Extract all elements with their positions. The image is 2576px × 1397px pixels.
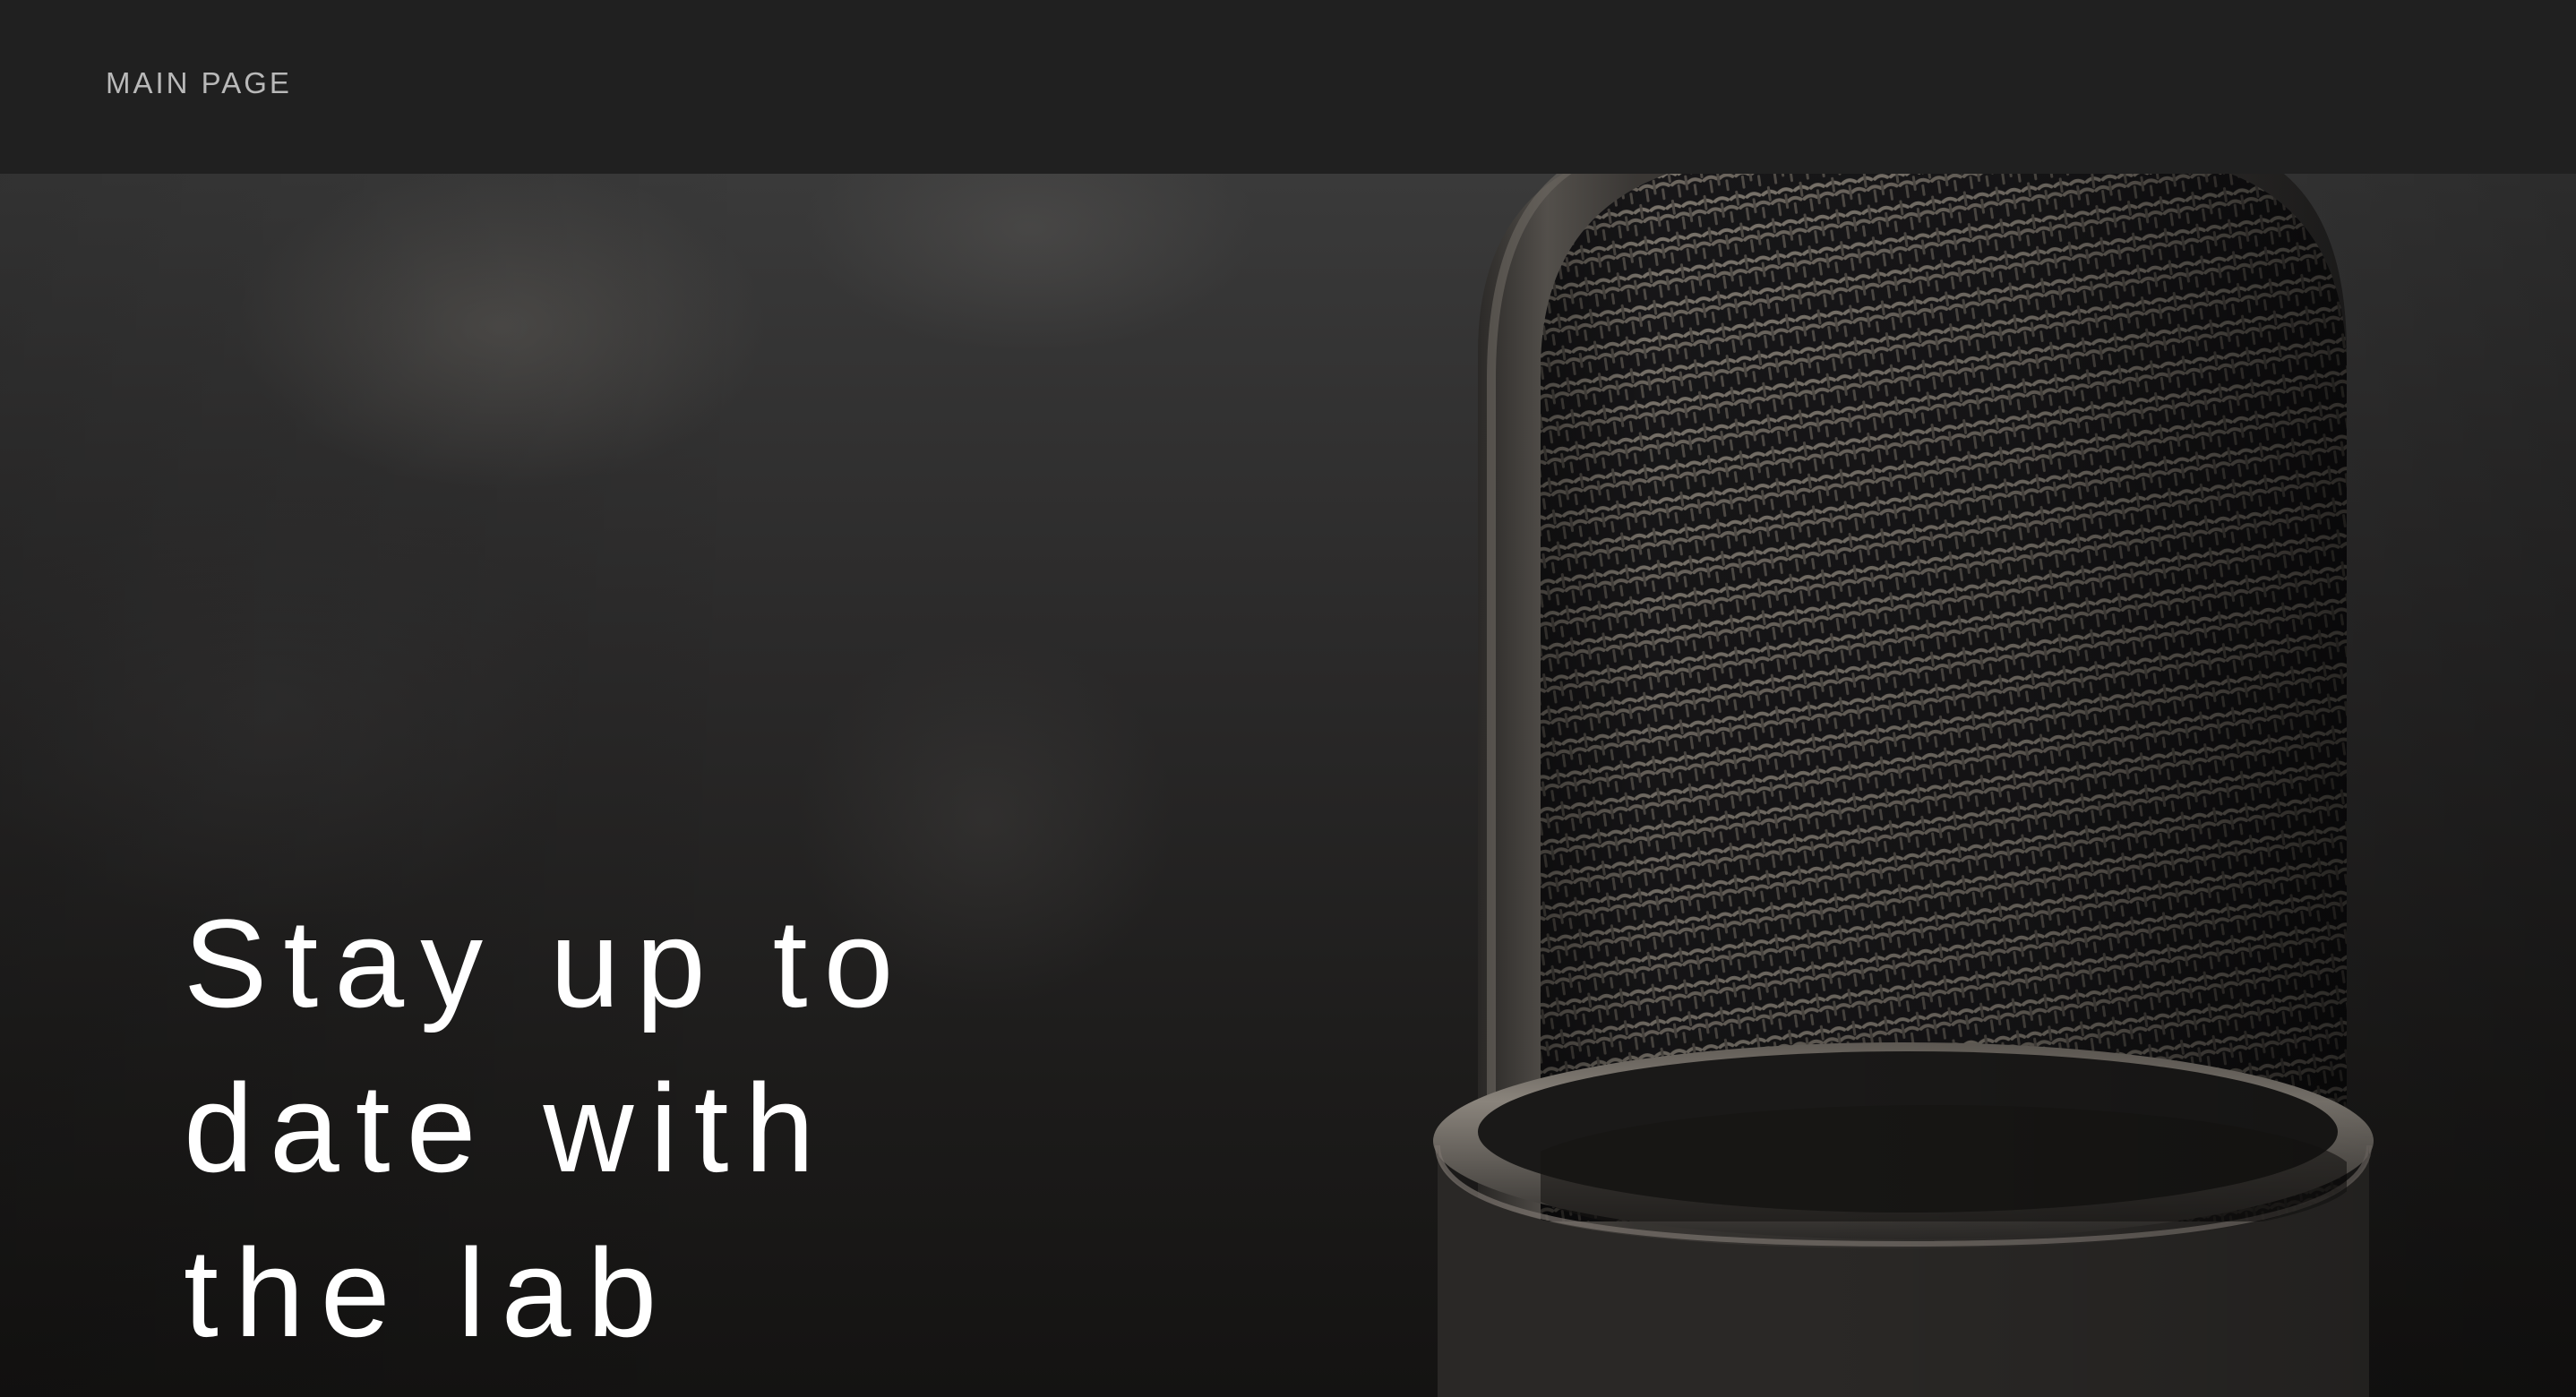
headline-line-2: date with	[184, 1058, 831, 1198]
page: MAIN PAGE Stay up to date with the lab	[0, 0, 2576, 1397]
headline-line-1: Stay up to	[184, 893, 910, 1033]
main-page-link[interactable]: MAIN PAGE	[106, 66, 292, 100]
hero-section: Stay up to date with the lab	[0, 174, 2576, 1397]
headline-line-3: the lab	[184, 1222, 674, 1363]
hero-headline: Stay up to date with the lab	[184, 881, 1169, 1376]
top-navigation-bar: MAIN PAGE	[0, 0, 2576, 174]
